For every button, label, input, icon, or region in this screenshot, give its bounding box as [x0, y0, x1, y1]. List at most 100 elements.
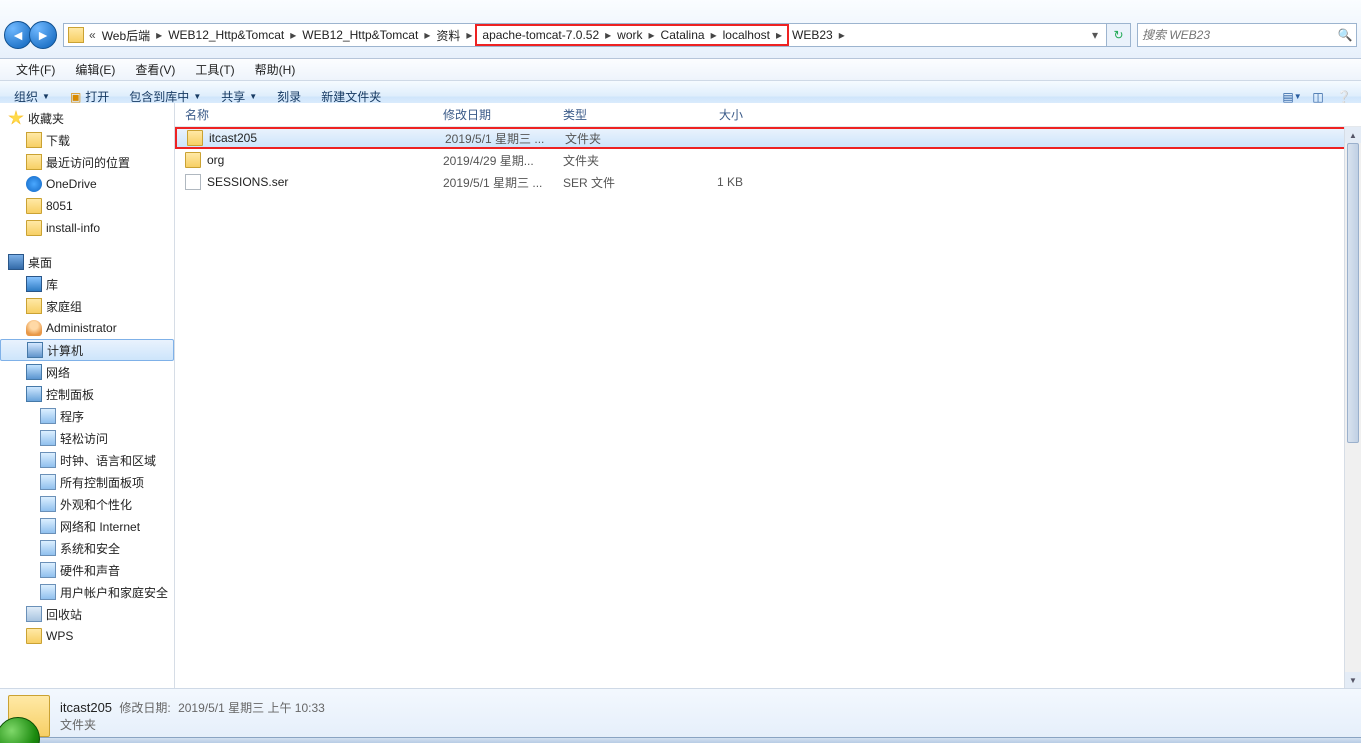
scrollbar-vertical[interactable]: ▲ ▼	[1344, 127, 1361, 688]
chevron-right-icon[interactable]: ▸	[153, 28, 165, 42]
search-icon[interactable]: 🔍	[1334, 28, 1356, 42]
appearance-icon	[40, 496, 56, 512]
scroll-up-icon[interactable]: ▲	[1345, 127, 1361, 143]
folder-icon	[185, 152, 201, 168]
nav-accounts[interactable]: 用户帐户和家庭安全	[0, 581, 174, 603]
scroll-thumb[interactable]	[1347, 143, 1359, 443]
recent-icon	[26, 154, 42, 170]
address-dropdown[interactable]: ▾	[1086, 28, 1104, 42]
address-row: ◄ ► « Web后端▸ WEB12_Http&Tomcat▸ WEB12_Ht…	[0, 0, 1361, 59]
chevron-right-icon[interactable]: ▸	[646, 28, 658, 42]
nav-programs[interactable]: 程序	[0, 405, 174, 427]
nav-libraries[interactable]: 库	[0, 273, 174, 295]
file-date: 2019/5/1 星期三 ...	[443, 174, 563, 191]
clock-icon	[40, 452, 56, 468]
content-pane: 名称 修改日期 类型 大小 itcast2052019/5/1 星期三 ...文…	[175, 103, 1361, 688]
chevron-right-icon[interactable]: ▸	[836, 28, 848, 42]
file-list[interactable]: itcast2052019/5/1 星期三 ...文件夹org2019/4/29…	[175, 127, 1361, 688]
nav-recycle[interactable]: 回收站	[0, 603, 174, 625]
nav-desktop[interactable]: 桌面	[0, 251, 174, 273]
nav-allcp[interactable]: 所有控制面板项	[0, 471, 174, 493]
details-meta-value: 2019/5/1 星期三 上午 10:33	[178, 701, 325, 715]
breadcrumb-item[interactable]: WEB23	[789, 28, 836, 42]
breadcrumb-item[interactable]: localhost	[720, 28, 773, 42]
nav-recent[interactable]: 最近访问的位置	[0, 151, 174, 173]
allcp-icon	[40, 474, 56, 490]
refresh-button[interactable]: ↻	[1107, 23, 1131, 47]
nav-administrator[interactable]: Administrator	[0, 317, 174, 339]
breadcrumb-item[interactable]: 资料	[433, 27, 463, 44]
file-name: org	[207, 153, 443, 167]
menu-view[interactable]: 查看(V)	[125, 59, 185, 80]
file-type: 文件夹	[565, 130, 685, 147]
breadcrumb-item[interactable]: WEB12_Http&Tomcat	[299, 28, 421, 42]
nav-install-info[interactable]: install-info	[0, 217, 174, 239]
nav-controlpanel[interactable]: 控制面板	[0, 383, 174, 405]
folder-icon	[26, 628, 42, 644]
chevron-right-icon[interactable]: ▸	[602, 28, 614, 42]
details-meta-label: 修改日期:	[119, 701, 170, 715]
file-date: 2019/5/1 星期三 ...	[445, 130, 565, 147]
chevron-right-icon[interactable]: ▸	[708, 28, 720, 42]
column-type[interactable]: 类型	[563, 106, 683, 123]
nav-sound[interactable]: 硬件和声音	[0, 559, 174, 581]
file-type: 文件夹	[563, 152, 683, 169]
chevron-right-icon[interactable]: ▸	[463, 28, 475, 42]
breadcrumb-item[interactable]: Web后端	[99, 27, 153, 44]
accounts-icon	[40, 584, 56, 600]
computer-icon	[27, 342, 43, 358]
nav-homegroup[interactable]: 家庭组	[0, 295, 174, 317]
forward-button[interactable]: ►	[29, 21, 57, 49]
chevron-right-icon[interactable]: ▸	[421, 28, 433, 42]
network-icon	[26, 364, 42, 380]
folder-icon	[26, 198, 42, 214]
details-subtitle: 文件夹	[60, 716, 325, 733]
library-icon	[26, 276, 42, 292]
ease-icon	[40, 430, 56, 446]
nav-security[interactable]: 系统和安全	[0, 537, 174, 559]
menu-file[interactable]: 文件(F)	[6, 59, 65, 80]
navigation-pane[interactable]: 收藏夹 下载 最近访问的位置 OneDrive 8051 install-inf…	[0, 103, 175, 688]
user-icon	[26, 320, 42, 336]
nav-favorites[interactable]: 收藏夹	[0, 107, 174, 129]
programs-icon	[40, 408, 56, 424]
nav-clock[interactable]: 时钟、语言和区域	[0, 449, 174, 471]
sound-icon	[40, 562, 56, 578]
file-row[interactable]: SESSIONS.ser2019/5/1 星期三 ...SER 文件1 KB	[175, 171, 1361, 193]
nav-ease[interactable]: 轻松访问	[0, 427, 174, 449]
file-date: 2019/4/29 星期...	[443, 152, 563, 169]
column-size[interactable]: 大小	[683, 106, 743, 123]
column-name[interactable]: 名称	[185, 106, 443, 123]
breadcrumb-overflow[interactable]: «	[86, 28, 99, 42]
file-row[interactable]: itcast2052019/5/1 星期三 ...文件夹	[175, 127, 1361, 149]
nav-onedrive[interactable]: OneDrive	[0, 173, 174, 195]
nav-computer[interactable]: 计算机	[0, 339, 174, 361]
breadcrumb-item[interactable]: WEB12_Http&Tomcat	[165, 28, 287, 42]
nav-appearance[interactable]: 外观和个性化	[0, 493, 174, 515]
menu-edit[interactable]: 编辑(E)	[65, 59, 125, 80]
address-bar[interactable]: « Web后端▸ WEB12_Http&Tomcat▸ WEB12_Http&T…	[63, 23, 1107, 47]
file-name: SESSIONS.ser	[207, 175, 443, 189]
desktop-icon	[8, 254, 24, 270]
search-box[interactable]: 🔍	[1137, 23, 1357, 47]
breadcrumb-item[interactable]: work	[614, 28, 645, 42]
nav-nethw[interactable]: 网络和 Internet	[0, 515, 174, 537]
back-button[interactable]: ◄	[4, 21, 32, 49]
star-icon	[8, 110, 24, 126]
nav-downloads[interactable]: 下载	[0, 129, 174, 151]
breadcrumb-item[interactable]: Catalina	[658, 28, 708, 42]
menu-tools[interactable]: 工具(T)	[185, 59, 244, 80]
column-date[interactable]: 修改日期	[443, 106, 563, 123]
scroll-down-icon[interactable]: ▼	[1345, 672, 1361, 688]
nav-network[interactable]: 网络	[0, 361, 174, 383]
taskbar[interactable]	[0, 737, 1361, 743]
file-row[interactable]: org2019/4/29 星期...文件夹	[175, 149, 1361, 171]
nav-8051[interactable]: 8051	[0, 195, 174, 217]
homegroup-icon	[26, 298, 42, 314]
nav-wps[interactable]: WPS	[0, 625, 174, 647]
search-input[interactable]	[1138, 28, 1334, 42]
menu-help[interactable]: 帮助(H)	[245, 59, 306, 80]
breadcrumb-item[interactable]: apache-tomcat-7.0.52	[479, 28, 602, 42]
chevron-right-icon[interactable]: ▸	[287, 28, 299, 42]
chevron-right-icon[interactable]: ▸	[773, 28, 785, 42]
